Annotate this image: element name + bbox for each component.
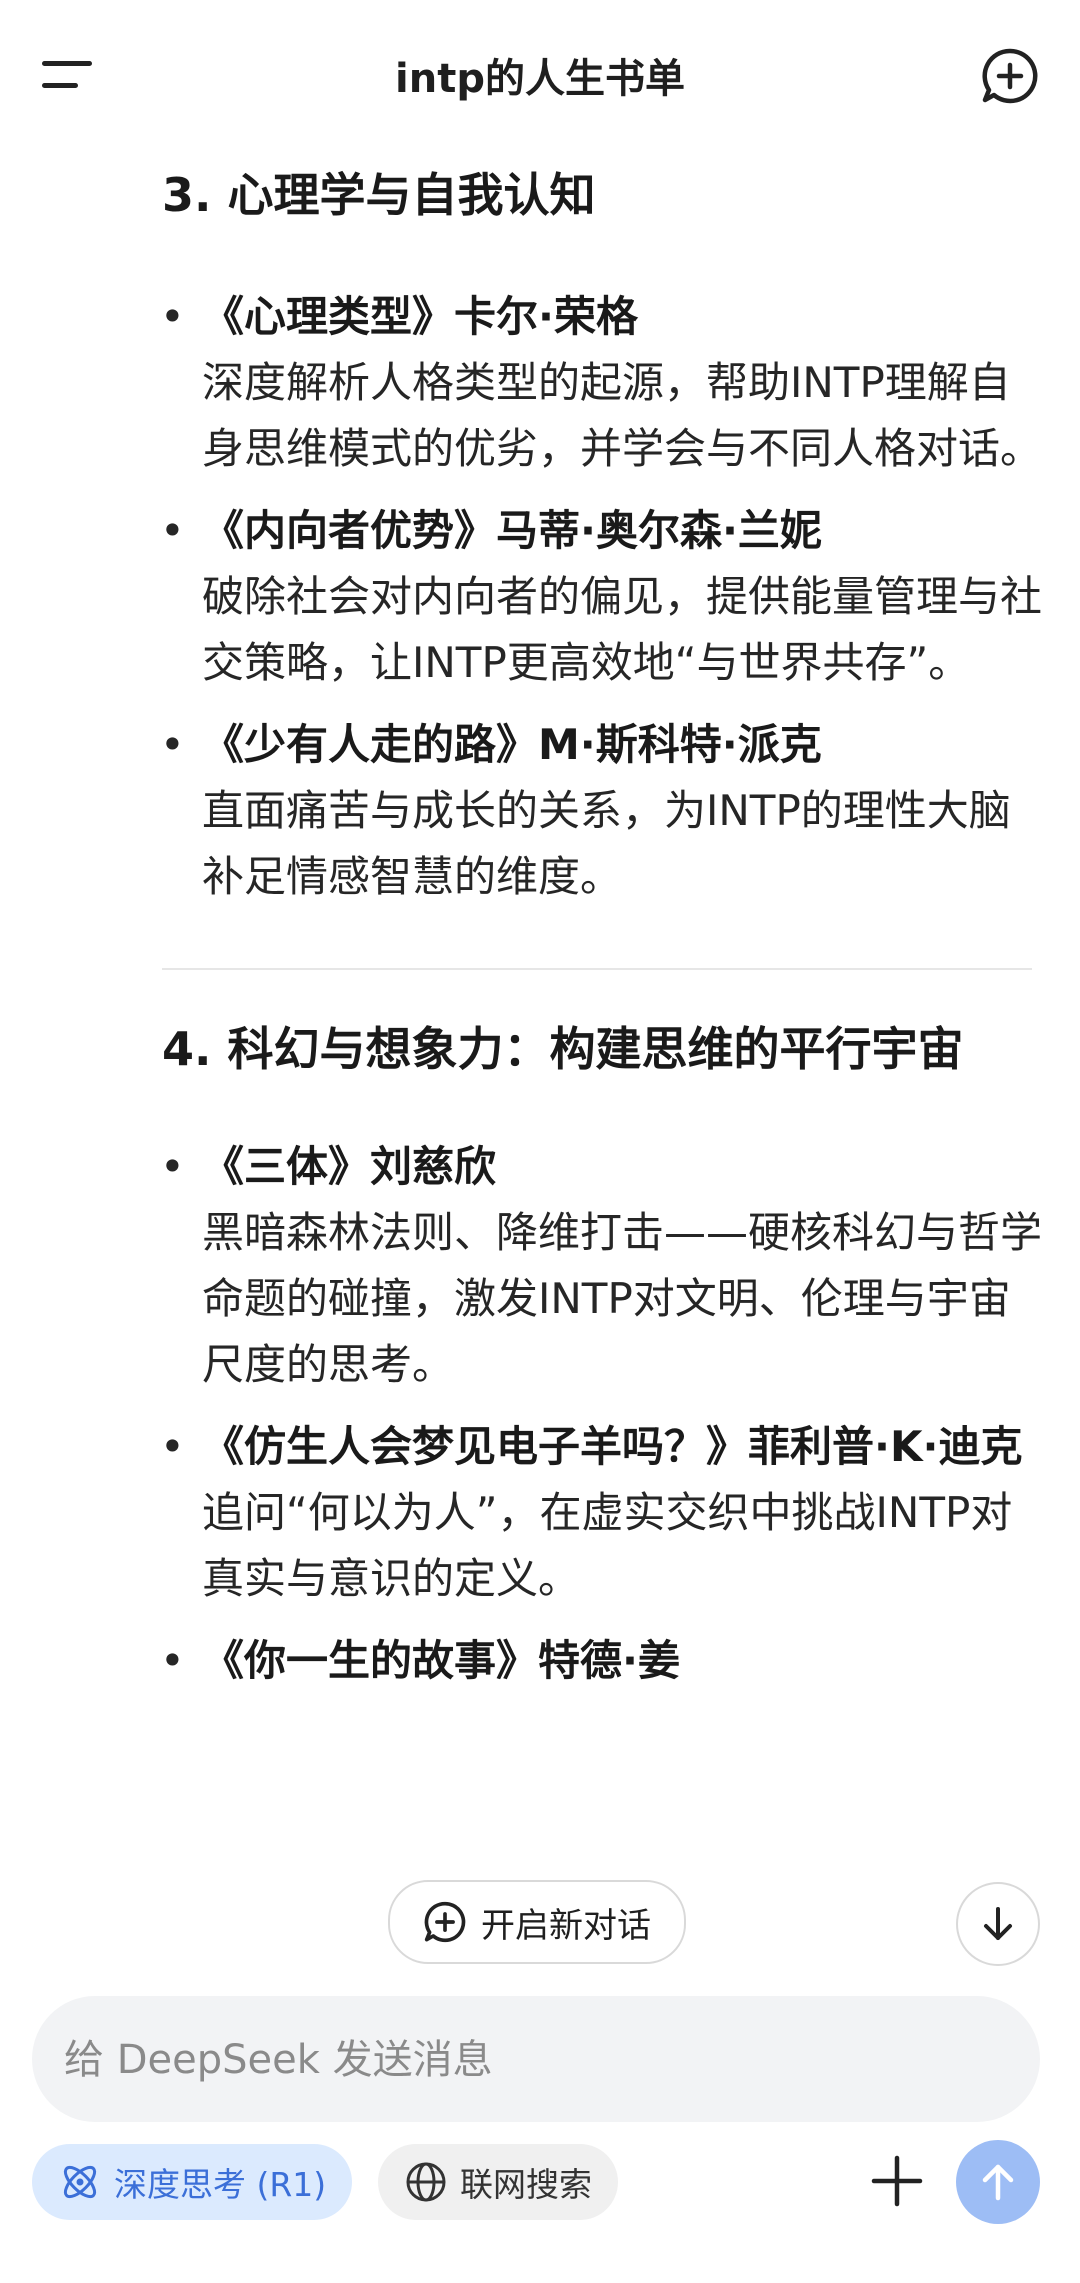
book-description: 深度解析人格类型的起源，帮助INTP理解自身思维模式的优劣，并学会与不同人格对话… xyxy=(202,358,1043,473)
list-item: • 《少有人走的路》M·斯科特·派克直面痛苦与成长的关系，为INTP的理性大脑补足… xyxy=(160,712,1042,910)
message-composer xyxy=(32,1996,1040,2124)
bullet: • xyxy=(160,1636,185,1685)
divider xyxy=(162,968,1032,970)
globe-icon xyxy=(406,2162,446,2202)
scroll-fade xyxy=(0,1770,1080,1890)
atom-icon xyxy=(63,2165,97,2199)
send-button[interactable] xyxy=(956,2140,1040,2224)
list-item: • 《心理类型》卡尔·荣格深度解析人格类型的起源，帮助INTP理解自身思维模式的优… xyxy=(160,284,1043,482)
new-chat-icon xyxy=(424,1901,466,1943)
book-description: 追问“何以为人”，在虚实交织中挑战INTP对真实与意识的定义。 xyxy=(202,1488,1013,1603)
book-title: 《少有人走的路》M·斯科特·派克 xyxy=(202,720,822,769)
book-title: 《仿生人会梦见电子羊吗？》菲利普·K·迪克 xyxy=(202,1422,1023,1471)
plus-icon xyxy=(871,2155,923,2207)
deep-think-label: 深度思考 (R1) xyxy=(114,2165,327,2204)
book-title: 《你一生的故事》特德·姜 xyxy=(202,1636,680,1685)
section-heading: 3. 心理学与自我认知 xyxy=(162,168,596,222)
arrow-up-icon xyxy=(982,2164,1014,2201)
list-item: • 《你一生的故事》特德·姜 xyxy=(160,1628,1042,1694)
deep-think-toggle[interactable]: 深度思考 (R1) xyxy=(32,2144,353,2220)
book-title: 《内向者优势》马蒂·奥尔森·兰妮 xyxy=(202,506,822,555)
new-chat-icon xyxy=(982,48,1038,104)
book-description: 直面痛苦与成长的关系，为INTP的理性大脑补足情感智慧的维度。 xyxy=(202,786,1011,901)
bullet: • xyxy=(160,720,185,769)
book-description: 破除社会对内向者的偏见，提供能量管理与社交策略，让INTP更高效地“与世界共存”… xyxy=(202,572,1043,687)
start-new-chat-label: 开启新对话 xyxy=(481,1905,651,1946)
book-list: • 《三体》刘慈欣黑暗森林法则、降维打击——硬核科幻与哲学命题的碰撞，激发INTP… xyxy=(160,1134,1043,1694)
bullet: • xyxy=(160,1142,185,1191)
chat-content[interactable]: 3. 心理学与自我认知 • 《心理类型》卡尔·荣格深度解析人格类型的起源，帮助IN… xyxy=(0,150,1080,2030)
bullet: • xyxy=(160,506,185,555)
start-new-chat-button[interactable]: 开启新对话 xyxy=(388,1880,686,1964)
book-list: • 《心理类型》卡尔·荣格深度解析人格类型的起源，帮助INTP理解自身思维模式的优… xyxy=(160,284,1043,910)
new-chat-button[interactable] xyxy=(980,46,1040,106)
page-title: intp的人生书单 xyxy=(395,56,685,102)
attach-button[interactable] xyxy=(862,2146,932,2216)
web-search-toggle[interactable]: 联网搜索 xyxy=(378,2144,618,2220)
web-search-label: 联网搜索 xyxy=(460,2165,592,2204)
list-item: • 《三体》刘慈欣黑暗森林法则、降维打击——硬核科幻与哲学命题的碰撞，激发INTP… xyxy=(160,1134,1043,1398)
book-description: 黑暗森林法则、降维打击——硬核科幻与哲学命题的碰撞，激发INTP对文明、伦理与宇… xyxy=(202,1208,1043,1389)
book-title: 《心理类型》卡尔·荣格 xyxy=(202,292,638,341)
message-input[interactable] xyxy=(62,1996,1006,2124)
list-item: • 《仿生人会梦见电子羊吗？》菲利普·K·迪克追问“何以为人”，在虚实交织中挑战I… xyxy=(160,1414,1042,1612)
scroll-to-bottom-button[interactable] xyxy=(956,1882,1040,1966)
bullet: • xyxy=(160,292,185,341)
bullet: • xyxy=(160,1422,185,1471)
composer-toolbar: 深度思考 (R1) 联网搜索 xyxy=(0,2140,1080,2240)
section-heading: 4. 科幻与想象力：构建思维的平行宇宙 xyxy=(162,1022,964,1076)
app-header: intp的人生书单 xyxy=(0,0,1080,150)
answer-message: 3. 心理学与自我认知 • 《心理类型》卡尔·荣格深度解析人格类型的起源，帮助IN… xyxy=(160,150,1043,1694)
list-item: • 《内向者优势》马蒂·奥尔森·兰妮破除社会对内向者的偏见，提供能量管理与社交策略… xyxy=(160,498,1043,696)
book-title: 《三体》刘慈欣 xyxy=(202,1142,497,1191)
arrow-down-icon xyxy=(984,1907,1012,1940)
